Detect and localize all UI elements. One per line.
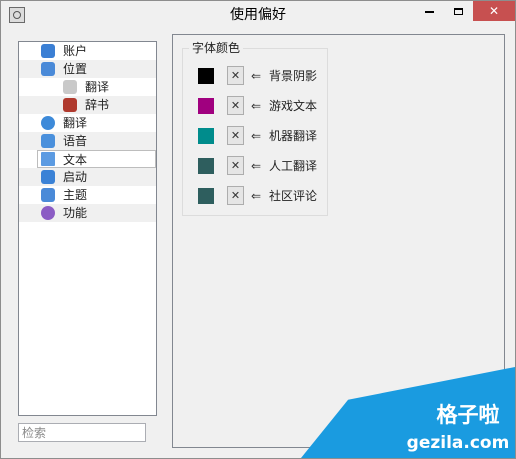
color-swatch[interactable]	[198, 68, 214, 84]
sidebar-item-label: 主题	[63, 188, 88, 202]
document-icon	[41, 152, 55, 166]
clear-color-button[interactable]: ✕	[227, 66, 244, 85]
search-input[interactable]	[18, 423, 146, 442]
sidebar-item-features[interactable]: 功能	[19, 204, 156, 222]
watermark-url: gezila.com	[406, 433, 510, 453]
sidebar-item-label: 辞书	[85, 98, 110, 112]
left-arrow-icon: ⇐	[251, 159, 262, 173]
left-arrow-icon: ⇐	[251, 69, 262, 83]
sidebar-item-theme[interactable]: 主题	[41, 186, 156, 204]
font-color-group-title: 字体颜色	[189, 41, 244, 55]
sidebar-item-label: 文本	[63, 153, 88, 167]
sidebar-item-label: 位置	[63, 62, 88, 76]
color-swatch[interactable]	[198, 158, 214, 174]
minimize-icon	[425, 10, 434, 13]
sidebar-item-label: 功能	[63, 206, 88, 220]
sidebar-item-label: 启动	[63, 170, 88, 184]
quill-icon	[63, 80, 77, 94]
sidebar-item-location[interactable]: 位置	[19, 60, 156, 78]
sidebar-item-account[interactable]: 账户	[41, 42, 156, 60]
left-arrow-icon: ⇐	[251, 129, 262, 143]
sidebar-item-startup[interactable]: 启动	[19, 168, 156, 186]
window-icon	[41, 188, 55, 202]
close-button[interactable]: ✕	[473, 1, 515, 21]
building-icon	[41, 62, 55, 76]
book-icon	[63, 98, 77, 112]
clear-color-button[interactable]: ✕	[227, 156, 244, 175]
clear-color-button[interactable]: ✕	[227, 186, 244, 205]
globe-icon	[41, 116, 55, 130]
preferences-window: 使用偏好 ✕ 账户 ◢ 位置 翻译 辞书 翻译 语音	[0, 0, 516, 459]
watermark-logo-text: 格子啦	[436, 403, 500, 427]
close-icon: ✕	[488, 4, 500, 18]
color-swatch[interactable]	[198, 188, 214, 204]
clear-color-button[interactable]: ✕	[227, 96, 244, 115]
left-arrow-icon: ⇐	[251, 189, 262, 203]
sidebar-item-translation-sub[interactable]: 翻译	[63, 78, 156, 96]
category-tree[interactable]: 账户 ◢ 位置 翻译 辞书 翻译 语音 文本 启动	[18, 41, 157, 416]
sidebar-item-label: 翻译	[85, 80, 110, 94]
maximize-button[interactable]	[444, 1, 473, 21]
color-swatch[interactable]	[198, 98, 214, 114]
gear-icon	[41, 206, 55, 220]
color-row-label: 背景阴影	[269, 69, 318, 83]
app-icon[interactable]	[9, 7, 25, 23]
minimize-button[interactable]	[415, 1, 444, 21]
color-swatch[interactable]	[198, 128, 214, 144]
user-icon	[41, 44, 55, 58]
app-store-icon	[41, 170, 55, 184]
left-arrow-icon: ⇐	[251, 99, 262, 113]
color-row-label: 社区评论	[269, 189, 318, 203]
clear-color-button[interactable]: ✕	[227, 126, 244, 145]
sidebar-item-label: 账户	[63, 44, 88, 58]
sidebar-item-text[interactable]: 文本	[37, 150, 156, 168]
sidebar-item-label: 翻译	[63, 116, 88, 130]
color-row-label: 游戏文本	[269, 99, 318, 113]
sidebar-item-translation[interactable]: 翻译	[41, 114, 156, 132]
sidebar-item-voice[interactable]: 语音	[19, 132, 156, 150]
sidebar-item-dictionary[interactable]: 辞书	[19, 96, 156, 114]
color-row-label: 人工翻译	[269, 159, 318, 173]
maximize-icon	[454, 8, 463, 15]
sidebar-item-label: 语音	[63, 134, 88, 148]
color-row-label: 机器翻译	[269, 129, 318, 143]
title-bar: 使用偏好 ✕	[1, 1, 515, 29]
music-note-icon	[41, 134, 55, 148]
